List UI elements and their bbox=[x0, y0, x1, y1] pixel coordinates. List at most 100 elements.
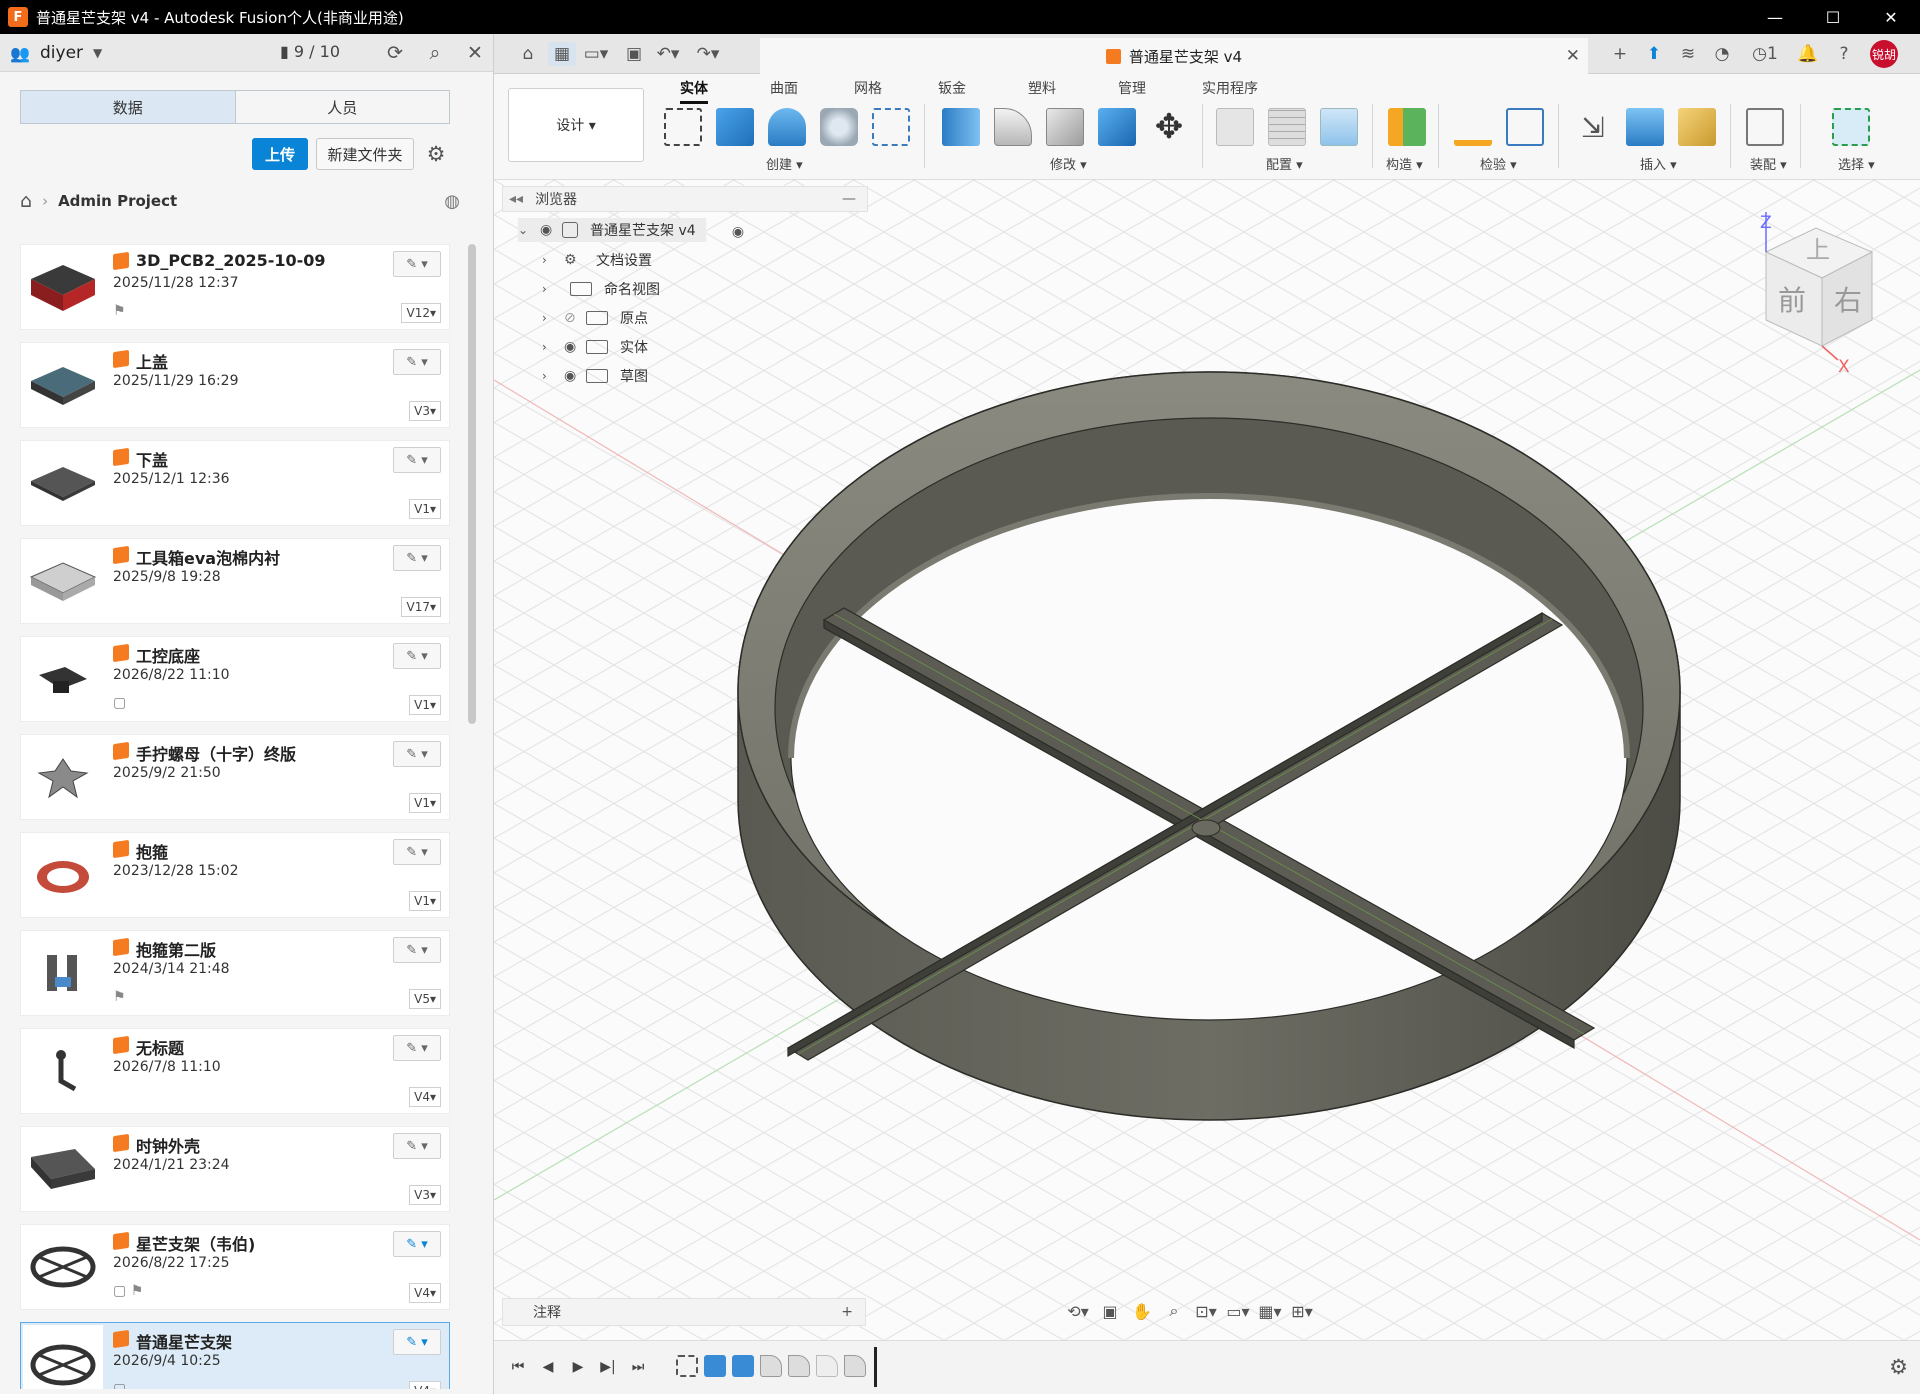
browser-node-bodies[interactable]: › ◉ 实体 bbox=[542, 335, 648, 359]
eye-icon[interactable]: ◉ bbox=[540, 222, 562, 238]
file-thumbnail[interactable] bbox=[23, 345, 103, 425]
version-badge[interactable]: V1 ▾ bbox=[409, 499, 441, 519]
globe-icon[interactable]: ◍ bbox=[444, 191, 460, 212]
file-item[interactable]: 时钟外壳 2024/1/21 23:24 ✎ ▾ V3 ▾ bbox=[20, 1126, 450, 1212]
open-action-button[interactable]: ✎ ▾ bbox=[393, 643, 441, 669]
eye-hidden-icon[interactable]: ⊘ bbox=[564, 310, 586, 326]
viewcube-top-label[interactable]: 上 bbox=[1806, 236, 1830, 264]
file-item[interactable]: 工控底座 2026/8/22 11:10 ▢ ✎ ▾ V1 ▾ bbox=[20, 636, 450, 722]
notification-bell-icon[interactable]: 🔔 bbox=[1794, 40, 1822, 68]
press-pull-icon[interactable] bbox=[942, 108, 980, 146]
file-thumbnail[interactable] bbox=[23, 933, 103, 1013]
version-badge[interactable]: V17 ▾ bbox=[401, 597, 441, 617]
collapse-panel-icon[interactable]: ◂◂ bbox=[509, 191, 523, 207]
file-thumbnail[interactable] bbox=[23, 737, 103, 817]
tab-document[interactable]: 普通星芒支架 v4 ✕ bbox=[760, 38, 1588, 74]
configure-table-icon[interactable] bbox=[1216, 108, 1254, 146]
timeline-fillet-feature[interactable] bbox=[760, 1355, 782, 1377]
maximize-button[interactable]: ☐ bbox=[1804, 0, 1862, 34]
refresh-icon[interactable]: ⟳ bbox=[382, 40, 408, 66]
browser-root-node[interactable]: ⌄ ◉ 普通星芒支架 v4 bbox=[518, 218, 706, 242]
tab-manage[interactable]: 管理 bbox=[1118, 78, 1146, 98]
open-action-button[interactable]: ✎ ▾ bbox=[393, 741, 441, 767]
browser-node-sketches[interactable]: › ◉ 草图 bbox=[542, 364, 648, 388]
file-item[interactable]: 工具箱eva泡棉内衬 2025/9/8 19:28 ✎ ▾ V17 ▾ bbox=[20, 538, 450, 624]
workspace-switcher[interactable]: 设计 ▾ bbox=[508, 88, 644, 162]
construct-group-label[interactable]: 构造 ▾ bbox=[1386, 154, 1423, 173]
viewcube-right-label[interactable]: 右 bbox=[1834, 284, 1862, 317]
measure-icon[interactable] bbox=[1454, 108, 1492, 146]
chevron-right-icon[interactable]: › bbox=[542, 311, 556, 325]
file-thumbnail[interactable] bbox=[23, 1031, 103, 1111]
version-badge[interactable]: V5 ▾ bbox=[409, 989, 441, 1009]
open-action-button[interactable]: ✎ ▾ bbox=[393, 839, 441, 865]
undo-icon[interactable]: ↶▾ bbox=[654, 42, 682, 66]
tab-sheet-metal[interactable]: 钣金 bbox=[938, 78, 966, 98]
open-action-button[interactable]: ✎ ▾ bbox=[393, 545, 441, 571]
file-item[interactable]: 下盖 2025/12/1 12:36 ✎ ▾ V1 ▾ bbox=[20, 440, 450, 526]
timeline-fillet-feature[interactable] bbox=[788, 1355, 810, 1377]
zoom-icon[interactable]: ⌕ bbox=[1158, 1298, 1190, 1324]
file-thumbnail[interactable] bbox=[23, 1227, 103, 1307]
open-action-button[interactable]: ✎ ▾ bbox=[393, 1035, 441, 1061]
revolve-icon[interactable] bbox=[768, 108, 806, 146]
timeline-extrude-feature[interactable] bbox=[732, 1355, 754, 1377]
file-thumbnail[interactable] bbox=[23, 1129, 103, 1209]
browser-node-document-settings[interactable]: › ⚙ 文档设置 bbox=[542, 248, 652, 272]
new-component-icon[interactable] bbox=[1746, 108, 1784, 146]
open-action-button[interactable]: ✎ ▾ bbox=[393, 1231, 441, 1257]
data-panel-toggle-icon[interactable]: ≋ bbox=[1674, 40, 1702, 68]
search-icon[interactable]: ⌕ bbox=[422, 40, 448, 66]
minimize-panel-icon[interactable]: — bbox=[842, 191, 856, 207]
combine-icon[interactable] bbox=[1098, 108, 1136, 146]
save-icon[interactable]: ▣ bbox=[620, 42, 648, 66]
go-to-start-icon[interactable]: ⏮ bbox=[506, 1355, 530, 1379]
grid-icon[interactable]: ▦ bbox=[548, 42, 576, 66]
file-item[interactable]: 手拧螺母（十字）终版 2025/9/2 21:50 ✎ ▾ V1 ▾ bbox=[20, 734, 450, 820]
help-icon[interactable]: ? bbox=[1830, 40, 1858, 68]
file-item[interactable]: 3D_PCB2_2025-10-09 2025/11/28 12:37 ⚑ ✎ ▾ V1… bbox=[20, 244, 450, 330]
breadcrumb-project[interactable]: Admin Project bbox=[58, 192, 177, 210]
viewcube[interactable]: 上 前 右 Z X bbox=[1746, 212, 1886, 377]
file-thumbnail[interactable] bbox=[23, 639, 103, 719]
move-icon[interactable]: ✥ bbox=[1150, 107, 1188, 147]
configure-grid-icon[interactable] bbox=[1268, 108, 1306, 146]
version-indicator[interactable]: ▮ 9 / 10 bbox=[280, 42, 340, 61]
team-switcher[interactable]: 👥 diyer ▼ bbox=[10, 43, 102, 63]
open-action-button[interactable]: ✎ ▾ bbox=[393, 1133, 441, 1159]
open-action-button[interactable]: ✎ ▾ bbox=[393, 937, 441, 963]
avatar[interactable]: 锐胡 bbox=[1870, 40, 1898, 68]
version-badge[interactable]: V1 ▾ bbox=[409, 891, 441, 911]
timeline-sketch-feature[interactable] bbox=[676, 1355, 698, 1377]
viewcube-front-label[interactable]: 前 bbox=[1778, 284, 1806, 317]
close-tab-icon[interactable]: ✕ bbox=[1566, 46, 1580, 66]
insert-canvas-icon[interactable] bbox=[1626, 108, 1664, 146]
file-item[interactable]: 抱箍 2023/12/28 15:02 ✎ ▾ V1 ▾ bbox=[20, 832, 450, 918]
activate-radio-icon[interactable]: ◉ bbox=[728, 220, 748, 244]
job-status[interactable]: ◷ 1 bbox=[1742, 40, 1788, 68]
file-thumbnail[interactable] bbox=[23, 1325, 103, 1389]
version-badge[interactable]: V4▾ bbox=[409, 1087, 441, 1107]
extensions-icon[interactable]: ⬆ bbox=[1640, 40, 1668, 68]
offset-plane-icon[interactable] bbox=[1388, 108, 1426, 146]
timeline-settings-icon[interactable]: ⚙ bbox=[1889, 1355, 1908, 1379]
chevron-right-icon[interactable]: › bbox=[542, 282, 556, 296]
minimize-button[interactable]: — bbox=[1746, 0, 1804, 34]
viewports-icon[interactable]: ⊞▾ bbox=[1286, 1298, 1318, 1324]
file-item[interactable]: 抱箍第二版 2024/3/14 21:48 ⚑ ✎ ▾ V5 ▾ bbox=[20, 930, 450, 1016]
new-folder-button[interactable]: 新建文件夹 bbox=[316, 138, 414, 170]
tab-plastic[interactable]: 塑料 bbox=[1028, 78, 1056, 98]
hole-icon[interactable] bbox=[820, 108, 858, 146]
shell-icon[interactable] bbox=[1046, 108, 1084, 146]
file-thumbnail[interactable] bbox=[23, 541, 103, 621]
play-icon[interactable]: ▶ bbox=[566, 1355, 590, 1379]
insert-mesh-icon[interactable] bbox=[1678, 108, 1716, 146]
home-icon[interactable]: ⌂ bbox=[514, 42, 542, 66]
file-thumbnail[interactable] bbox=[23, 247, 103, 327]
extrude-icon[interactable] bbox=[716, 108, 754, 146]
inspect-group-label[interactable]: 检验 ▾ bbox=[1480, 154, 1517, 173]
file-item[interactable]: 普通星芒支架2026/9/4 10:25▢✎ ▾V4▾ bbox=[20, 1322, 450, 1389]
file-thumbnail[interactable] bbox=[23, 443, 103, 523]
version-badge[interactable]: V4▾ bbox=[409, 1381, 441, 1389]
pan-icon[interactable]: ✋ bbox=[1126, 1298, 1158, 1324]
